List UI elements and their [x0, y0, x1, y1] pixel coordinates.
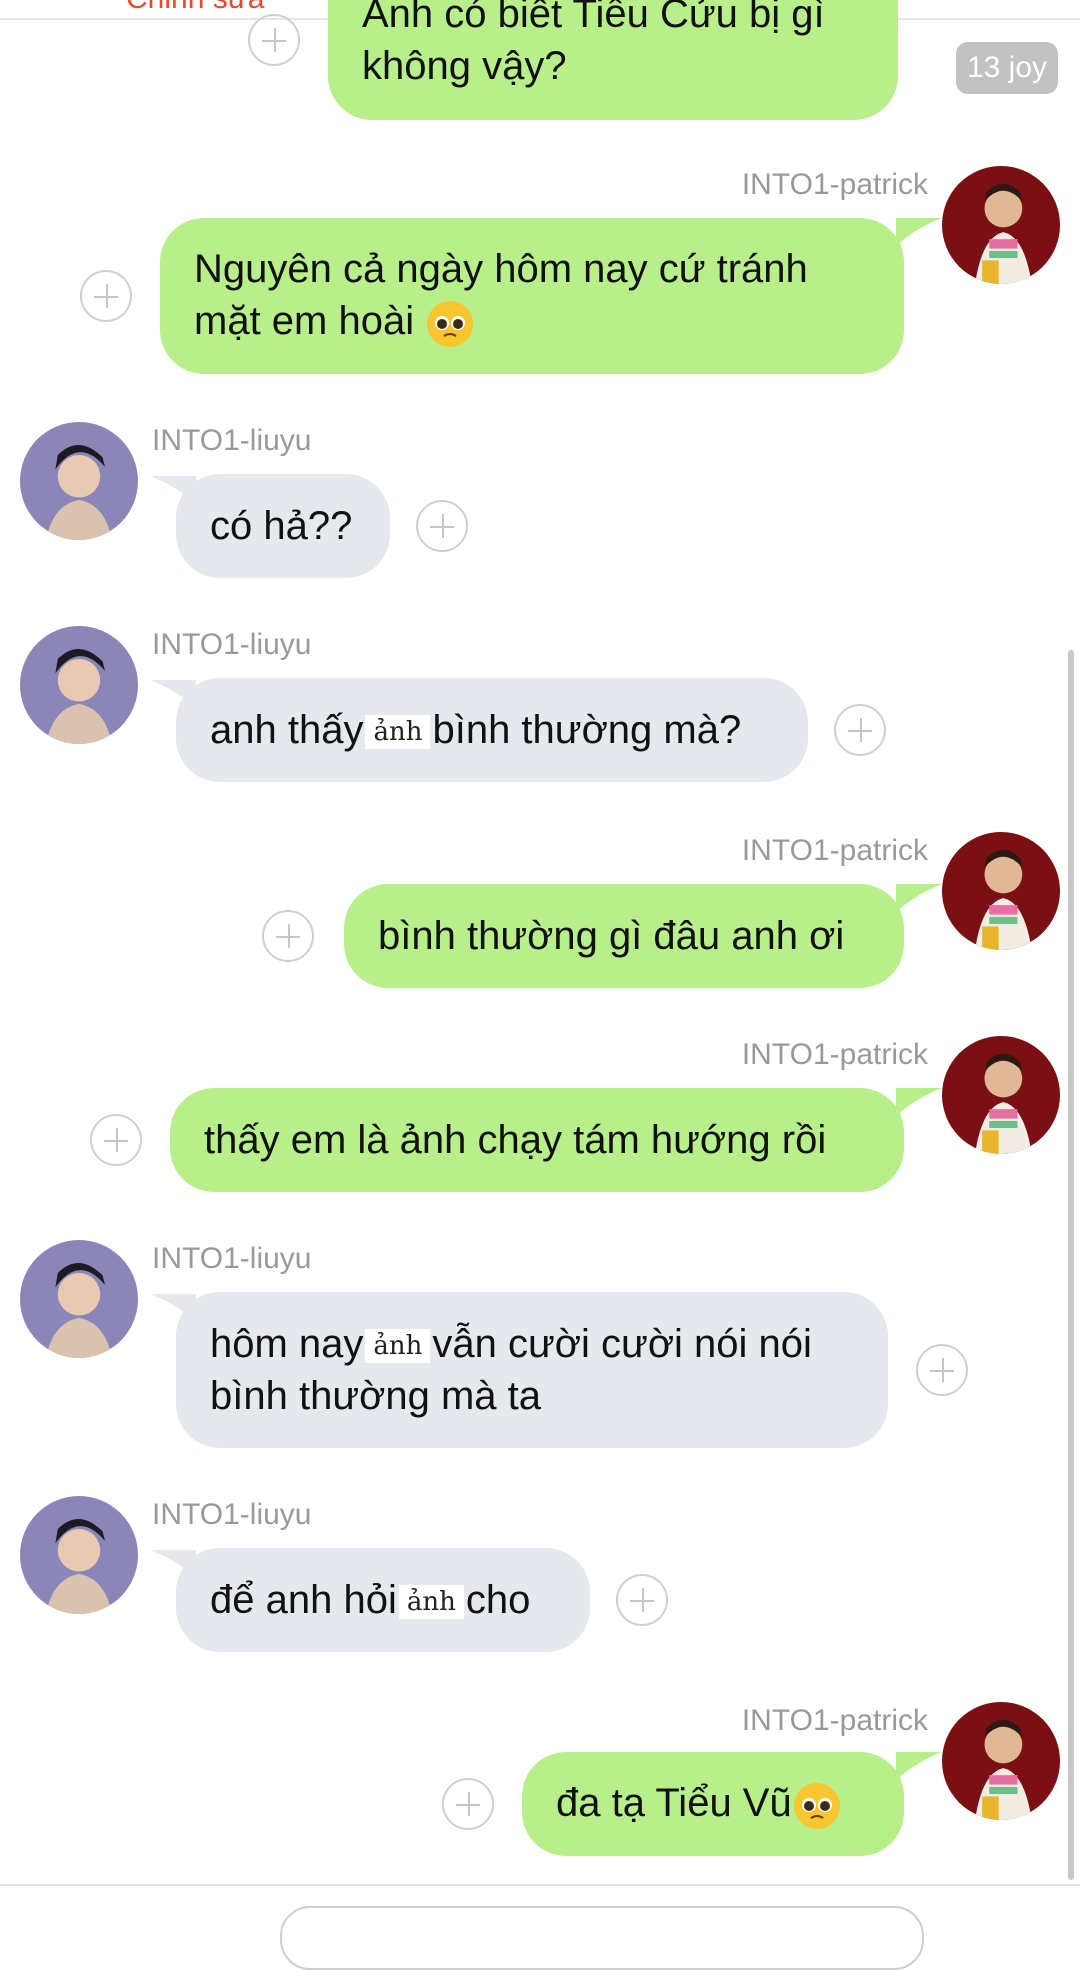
add-reaction-button[interactable]	[916, 1344, 968, 1396]
sender-name: INTO1-patrick	[741, 1704, 928, 1737]
sender-name: INTO1-patrick	[741, 834, 928, 867]
message-bubble[interactable]: Nguyên cả ngày hôm nay cứ tránh mặt em h…	[160, 218, 904, 374]
message-text: cho	[465, 1578, 531, 1622]
message-text: bình thường mà ta	[210, 1374, 541, 1418]
message-text: bình thường gì đâu anh ơi	[378, 914, 845, 958]
add-reaction-button[interactable]	[416, 500, 468, 552]
message-text: anh thấy	[210, 708, 364, 752]
add-reaction-button[interactable]	[80, 270, 132, 322]
avatar-patrick[interactable]	[942, 166, 1060, 284]
reaction-count-badge[interactable]: 13 joy	[956, 42, 1058, 94]
add-reaction-button[interactable]	[262, 910, 314, 962]
add-reaction-button[interactable]	[834, 704, 886, 756]
bubble-tail	[896, 218, 942, 246]
message-bubble[interactable]: có hả??	[176, 474, 390, 578]
add-reaction-button[interactable]	[616, 1574, 668, 1626]
add-reaction-button[interactable]	[90, 1114, 142, 1166]
pleading-face-emoji-icon	[793, 1782, 840, 1829]
inline-sticker-text: ảnh	[365, 1329, 431, 1364]
message-bubble[interactable]: đa tạ Tiểu Vũ	[522, 1752, 904, 1856]
bubble-tail	[150, 1294, 196, 1322]
sender-name: INTO1-liuyu	[152, 628, 312, 661]
message-bubble[interactable]: anh thấy ảnh bình thường mà?	[176, 678, 808, 782]
inline-sticker-text: ảnh	[398, 1585, 464, 1620]
bubble-tail	[150, 680, 196, 708]
input-divider	[0, 1884, 1080, 1886]
message-text: có hả??	[210, 504, 353, 548]
pleading-face-emoji-icon	[427, 300, 474, 347]
sender-name: INTO1-patrick	[741, 1038, 928, 1071]
sender-name: INTO1-liuyu	[152, 424, 312, 457]
add-reaction-button[interactable]	[442, 1778, 494, 1830]
message-bubble[interactable]: hôm nay ảnh vẫn cười cười nói nói bình thư…	[176, 1292, 888, 1448]
add-reaction-button[interactable]	[248, 14, 300, 66]
avatar-liuyu[interactable]	[20, 422, 138, 540]
sender-name: INTO1-patrick	[741, 168, 928, 201]
scrollbar[interactable]	[1068, 650, 1074, 1880]
message-text: Anh có biết Tiểu Cửu bị gì	[362, 0, 825, 36]
edit-link[interactable]: Chỉnh sửa	[126, 0, 265, 16]
bubble-tail	[896, 1752, 942, 1780]
message-text: vẫn cười cười nói nói	[432, 1322, 812, 1366]
avatar-patrick[interactable]	[942, 1036, 1060, 1154]
message-text: thấy em là ảnh chạy tám hướng rồi	[204, 1118, 827, 1162]
avatar-liuyu[interactable]	[20, 1240, 138, 1358]
bubble-tail	[150, 1550, 196, 1578]
message-text: hôm nay	[210, 1322, 364, 1366]
avatar-liuyu[interactable]	[20, 626, 138, 744]
message-text: để anh hỏi	[210, 1578, 397, 1622]
bubble-tail	[896, 1088, 942, 1116]
message-text: bình thường mà?	[432, 708, 742, 752]
avatar-liuyu[interactable]	[20, 1496, 138, 1614]
avatar-patrick[interactable]	[942, 832, 1060, 950]
sender-name: INTO1-liuyu	[152, 1498, 312, 1531]
message-bubble[interactable]: bình thường gì đâu anh ơi	[344, 884, 904, 988]
message-text: Nguyên cả ngày hôm nay cứ tránh	[194, 247, 808, 292]
avatar-patrick[interactable]	[942, 1702, 1060, 1820]
message-text: mặt em hoài	[194, 299, 415, 344]
bubble-tail	[150, 476, 196, 504]
sender-name: INTO1-liuyu	[152, 1242, 312, 1275]
message-text: không vậy?	[362, 44, 567, 88]
message-bubble[interactable]: thấy em là ảnh chạy tám hướng rồi	[170, 1088, 904, 1192]
bubble-tail	[896, 884, 942, 912]
inline-sticker-text: ảnh	[365, 715, 431, 750]
message-text: đa tạ Tiểu Vũ	[556, 1781, 792, 1826]
message-bubble[interactable]: Anh có biết Tiểu Cửu bị gì không vậy?	[328, 0, 898, 120]
message-input[interactable]	[280, 1906, 924, 1970]
message-bubble[interactable]: để anh hỏi ảnh cho	[176, 1548, 590, 1652]
